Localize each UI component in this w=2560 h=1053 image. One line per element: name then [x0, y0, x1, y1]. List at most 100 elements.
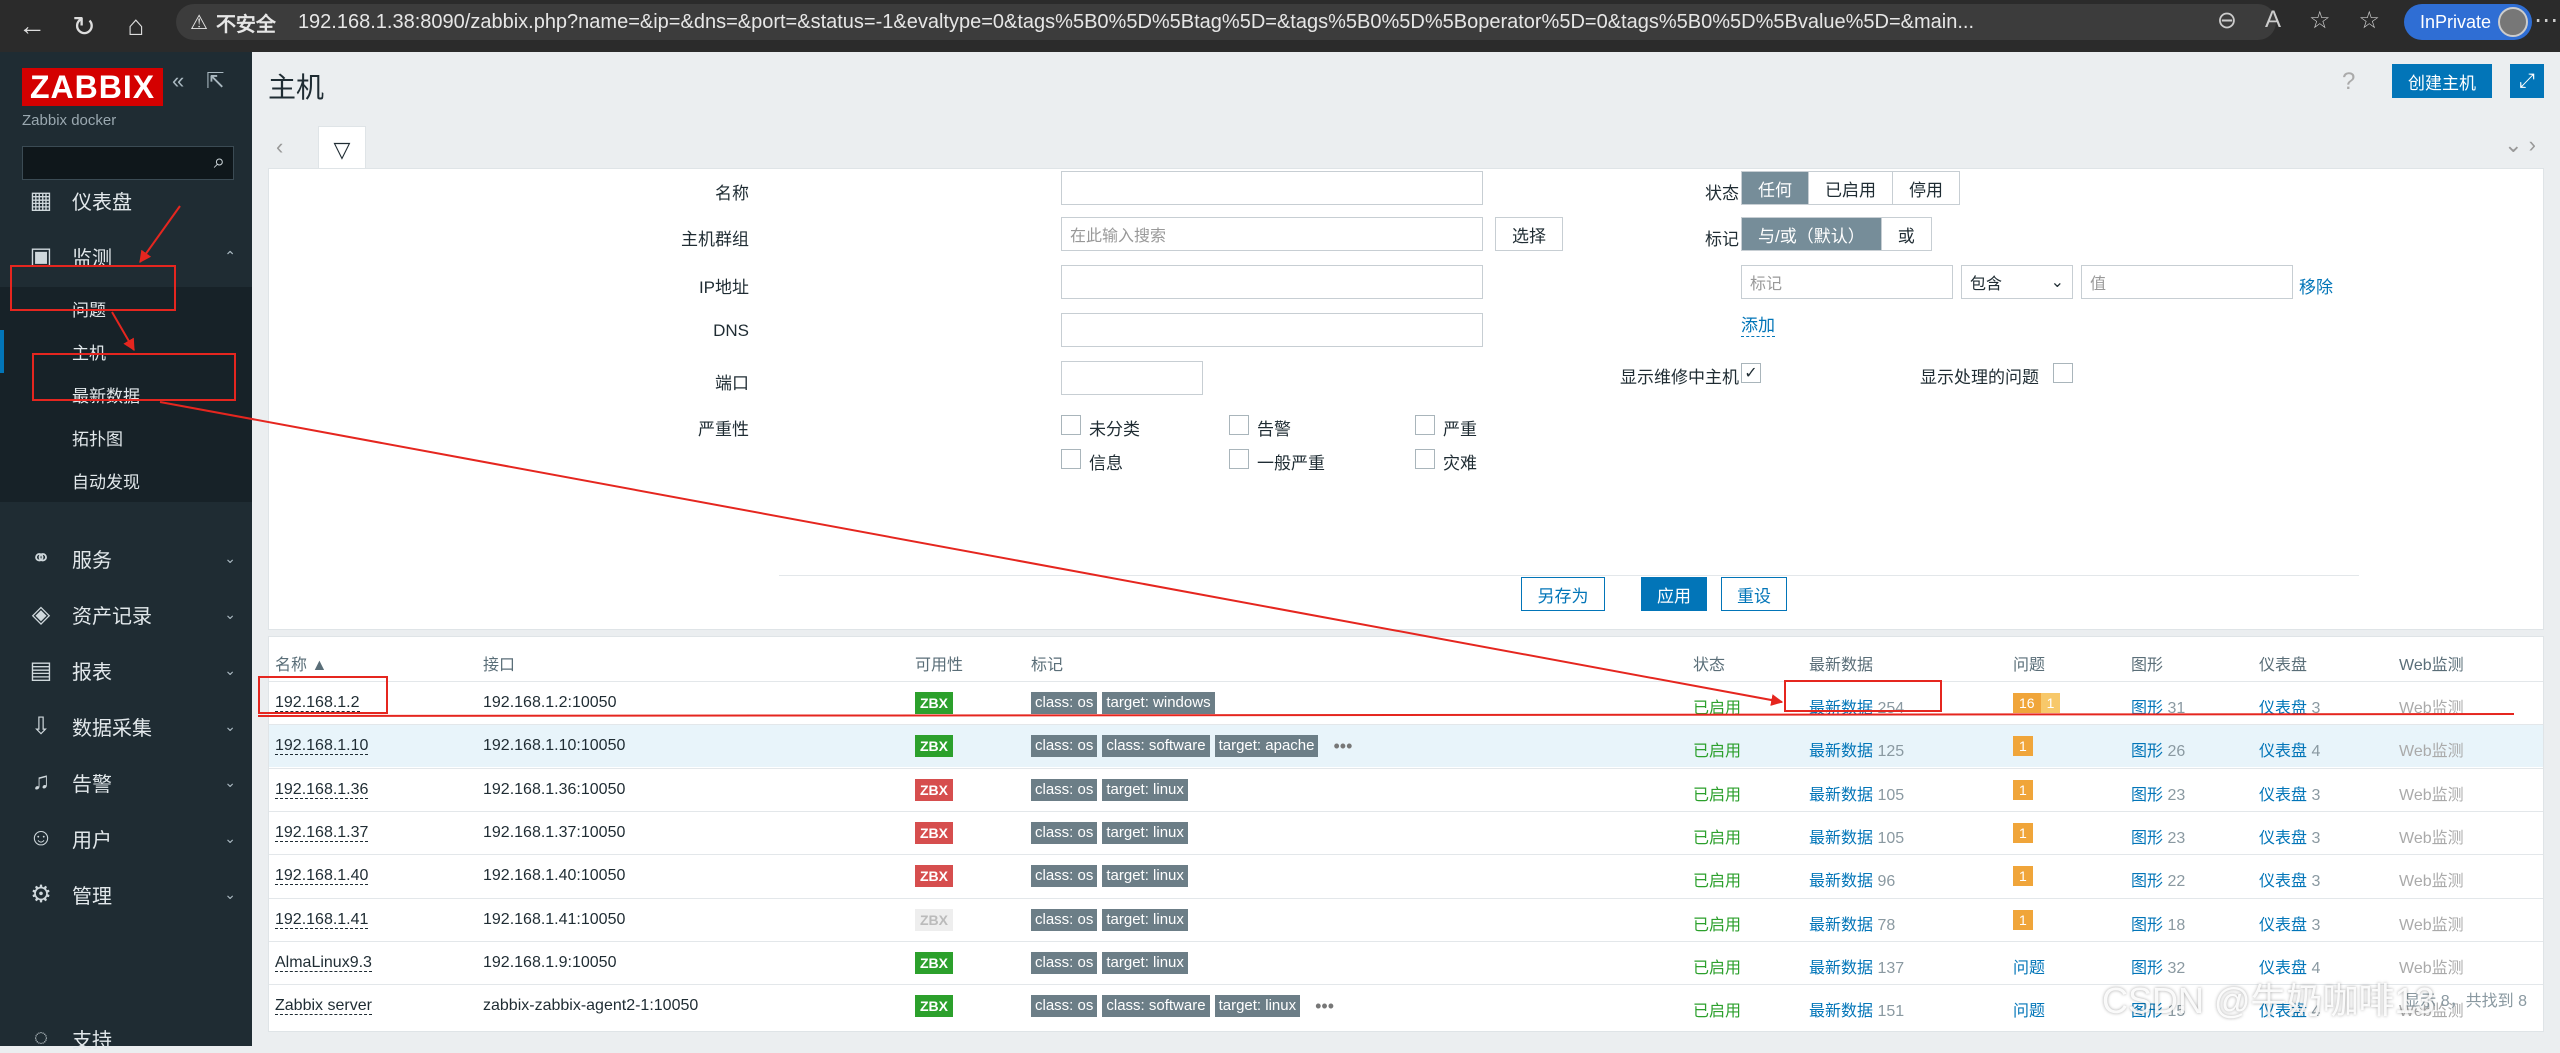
severity-checkbox[interactable]: [1229, 449, 1249, 469]
filter-nav-icons[interactable]: ⌄ ›: [2504, 132, 2536, 158]
host-name-link[interactable]: 192.168.1.36: [275, 780, 369, 799]
dashboards-link[interactable]: 仪表盘: [2259, 873, 2307, 890]
tag-badge[interactable]: target: linux: [1102, 821, 1188, 844]
host-name-link[interactable]: Zabbix server: [275, 997, 372, 1016]
remove-tag-link[interactable]: 移除: [2299, 273, 2333, 298]
status-enabled[interactable]: 已启用: [1809, 172, 1893, 204]
menu-dashboard[interactable]: ▦ 仪表盘: [0, 172, 252, 228]
address-bar[interactable]: ⚠ 不安全 192.168.1.38:8090/zabbix.php?name=…: [176, 4, 2276, 40]
submenu-discovery[interactable]: 自动发现: [0, 459, 252, 502]
dashboards-link[interactable]: 仪表盘: [2259, 917, 2307, 934]
ip-input[interactable]: [1061, 265, 1483, 299]
collapse-sidebar-icon[interactable]: «: [172, 68, 184, 94]
host-status[interactable]: 已启用: [1693, 954, 1741, 978]
tag-badge[interactable]: class: os: [1031, 692, 1098, 714]
fullscreen-icon[interactable]: ⤢: [2510, 64, 2544, 98]
availability-badge[interactable]: ZBX: [915, 951, 953, 974]
host-status[interactable]: 已启用: [1693, 737, 1741, 761]
reload-icon[interactable]: ↻: [64, 6, 104, 46]
severity-checkbox[interactable]: [1061, 449, 1081, 469]
favorites-bar-icon[interactable]: ☆: [2358, 6, 2380, 35]
severity-checkbox[interactable]: [1415, 415, 1435, 435]
dns-input[interactable]: [1061, 313, 1483, 347]
latest-data-link[interactable]: 最新数据: [1809, 960, 1873, 977]
graphs-link[interactable]: 图形: [2131, 787, 2163, 804]
apply-button[interactable]: 应用: [1641, 577, 1707, 611]
menu-users[interactable]: ☺ 用户 ⌄: [0, 810, 252, 866]
host-status[interactable]: 已启用: [1693, 867, 1741, 891]
tag-badge[interactable]: class: os: [1031, 778, 1098, 801]
menu-reports[interactable]: ▤ 报表 ⌄: [0, 642, 252, 698]
problem-count-badge[interactable]: 16: [2013, 693, 2041, 713]
tag-badge[interactable]: target: windows: [1102, 692, 1215, 714]
more-icon[interactable]: ⋯: [2534, 6, 2558, 35]
menu-administration[interactable]: ⚙ 管理 ⌄: [0, 866, 252, 922]
tag-badge[interactable]: target: linux: [1102, 908, 1188, 931]
problems-link[interactable]: 问题: [2013, 954, 2045, 978]
problem-count-badge[interactable]: 1: [2040, 693, 2061, 713]
latest-data-link[interactable]: 最新数据: [1809, 743, 1873, 760]
dashboards-link[interactable]: 仪表盘: [2259, 743, 2307, 760]
latest-data-link[interactable]: 最新数据: [1809, 873, 1873, 890]
tag-badge[interactable]: class: os: [1031, 995, 1098, 1018]
host-name-link[interactable]: 192.168.1.40: [275, 867, 369, 886]
show-maintenance-checkbox[interactable]: ✓: [1741, 363, 1761, 383]
inprivate-badge[interactable]: InPrivate: [2404, 4, 2532, 40]
tag-badge[interactable]: class: os: [1031, 951, 1098, 974]
menu-inventory[interactable]: ◈ 资产记录 ⌄: [0, 586, 252, 642]
latest-data-link[interactable]: 最新数据: [1809, 917, 1873, 934]
read-aloud-icon[interactable]: A: [2265, 6, 2281, 35]
back-icon[interactable]: ←: [12, 6, 52, 46]
reset-button[interactable]: 重设: [1721, 577, 1787, 611]
latest-data-link[interactable]: 最新数据: [1809, 1003, 1873, 1020]
severity-checkbox[interactable]: [1061, 415, 1081, 435]
tag-badge[interactable]: class: os: [1031, 865, 1098, 888]
tag-badge[interactable]: class: os: [1031, 821, 1098, 844]
tag-eval-and-or[interactable]: 与/或（默认）: [1742, 218, 1882, 250]
graphs-link[interactable]: 图形: [2131, 830, 2163, 847]
tag-operator-select[interactable]: 包含 ⌄: [1961, 265, 2073, 299]
tag-badge[interactable]: class: os: [1031, 908, 1098, 931]
header-name[interactable]: 名称 ▲: [275, 651, 327, 675]
dashboards-link[interactable]: 仪表盘: [2259, 830, 2307, 847]
host-status[interactable]: 已启用: [1693, 694, 1741, 718]
host-status[interactable]: 已启用: [1693, 911, 1741, 935]
tag-badge[interactable]: target: linux: [1102, 778, 1188, 801]
host-name-link[interactable]: AlmaLinux9.3: [275, 953, 372, 972]
latest-data-link[interactable]: 最新数据: [1809, 830, 1873, 847]
tag-badge[interactable]: class: software: [1102, 995, 1210, 1018]
problem-count-badge[interactable]: 1: [2013, 909, 2033, 930]
problem-count-badge[interactable]: 1: [2013, 866, 2033, 887]
tag-badge[interactable]: target: linux: [1102, 951, 1188, 974]
host-name-link[interactable]: 192.168.1.41: [275, 910, 369, 929]
problem-count-badge[interactable]: 1: [2013, 822, 2033, 843]
search-icon[interactable]: ⌕: [214, 151, 225, 174]
severity-checkbox[interactable]: [1415, 449, 1435, 469]
dashboards-link[interactable]: 仪表盘: [2259, 787, 2307, 804]
host-status[interactable]: 已启用: [1693, 781, 1741, 805]
availability-badge[interactable]: ZBX: [915, 821, 953, 844]
header-status[interactable]: 状态: [1693, 651, 1725, 675]
severity-checkbox[interactable]: [1229, 415, 1249, 435]
host-name-link[interactable]: 192.168.1.37: [275, 823, 369, 842]
zoom-icon[interactable]: ⊖: [2217, 6, 2237, 35]
show-suppressed-checkbox[interactable]: [2053, 363, 2073, 383]
tag-name-input[interactable]: 标记: [1741, 265, 1953, 299]
kiosk-mode-icon[interactable]: ⇱: [206, 68, 224, 94]
favorite-icon[interactable]: ☆: [2309, 6, 2331, 35]
problems-link[interactable]: 问题: [2013, 997, 2045, 1021]
availability-badge[interactable]: ZBX: [915, 778, 953, 801]
help-icon[interactable]: ?: [2342, 68, 2355, 96]
more-tags-icon[interactable]: •••: [1333, 736, 1352, 757]
graphs-link[interactable]: 图形: [2131, 917, 2163, 934]
more-tags-icon[interactable]: •••: [1315, 996, 1334, 1017]
latest-data-link[interactable]: 最新数据: [1809, 787, 1873, 804]
filter-tab[interactable]: ▽: [318, 126, 366, 172]
problem-count-badge[interactable]: 1: [2013, 736, 2033, 757]
availability-badge[interactable]: ZBX: [915, 692, 953, 714]
save-as-button[interactable]: 另存为: [1521, 577, 1605, 611]
availability-badge[interactable]: ZBX: [915, 908, 953, 931]
status-any[interactable]: 任何: [1742, 172, 1809, 204]
url-text[interactable]: 192.168.1.38:8090/zabbix.php?name=&ip=&d…: [298, 11, 2178, 34]
menu-data-collection[interactable]: ⇩ 数据采集 ⌄: [0, 698, 252, 754]
